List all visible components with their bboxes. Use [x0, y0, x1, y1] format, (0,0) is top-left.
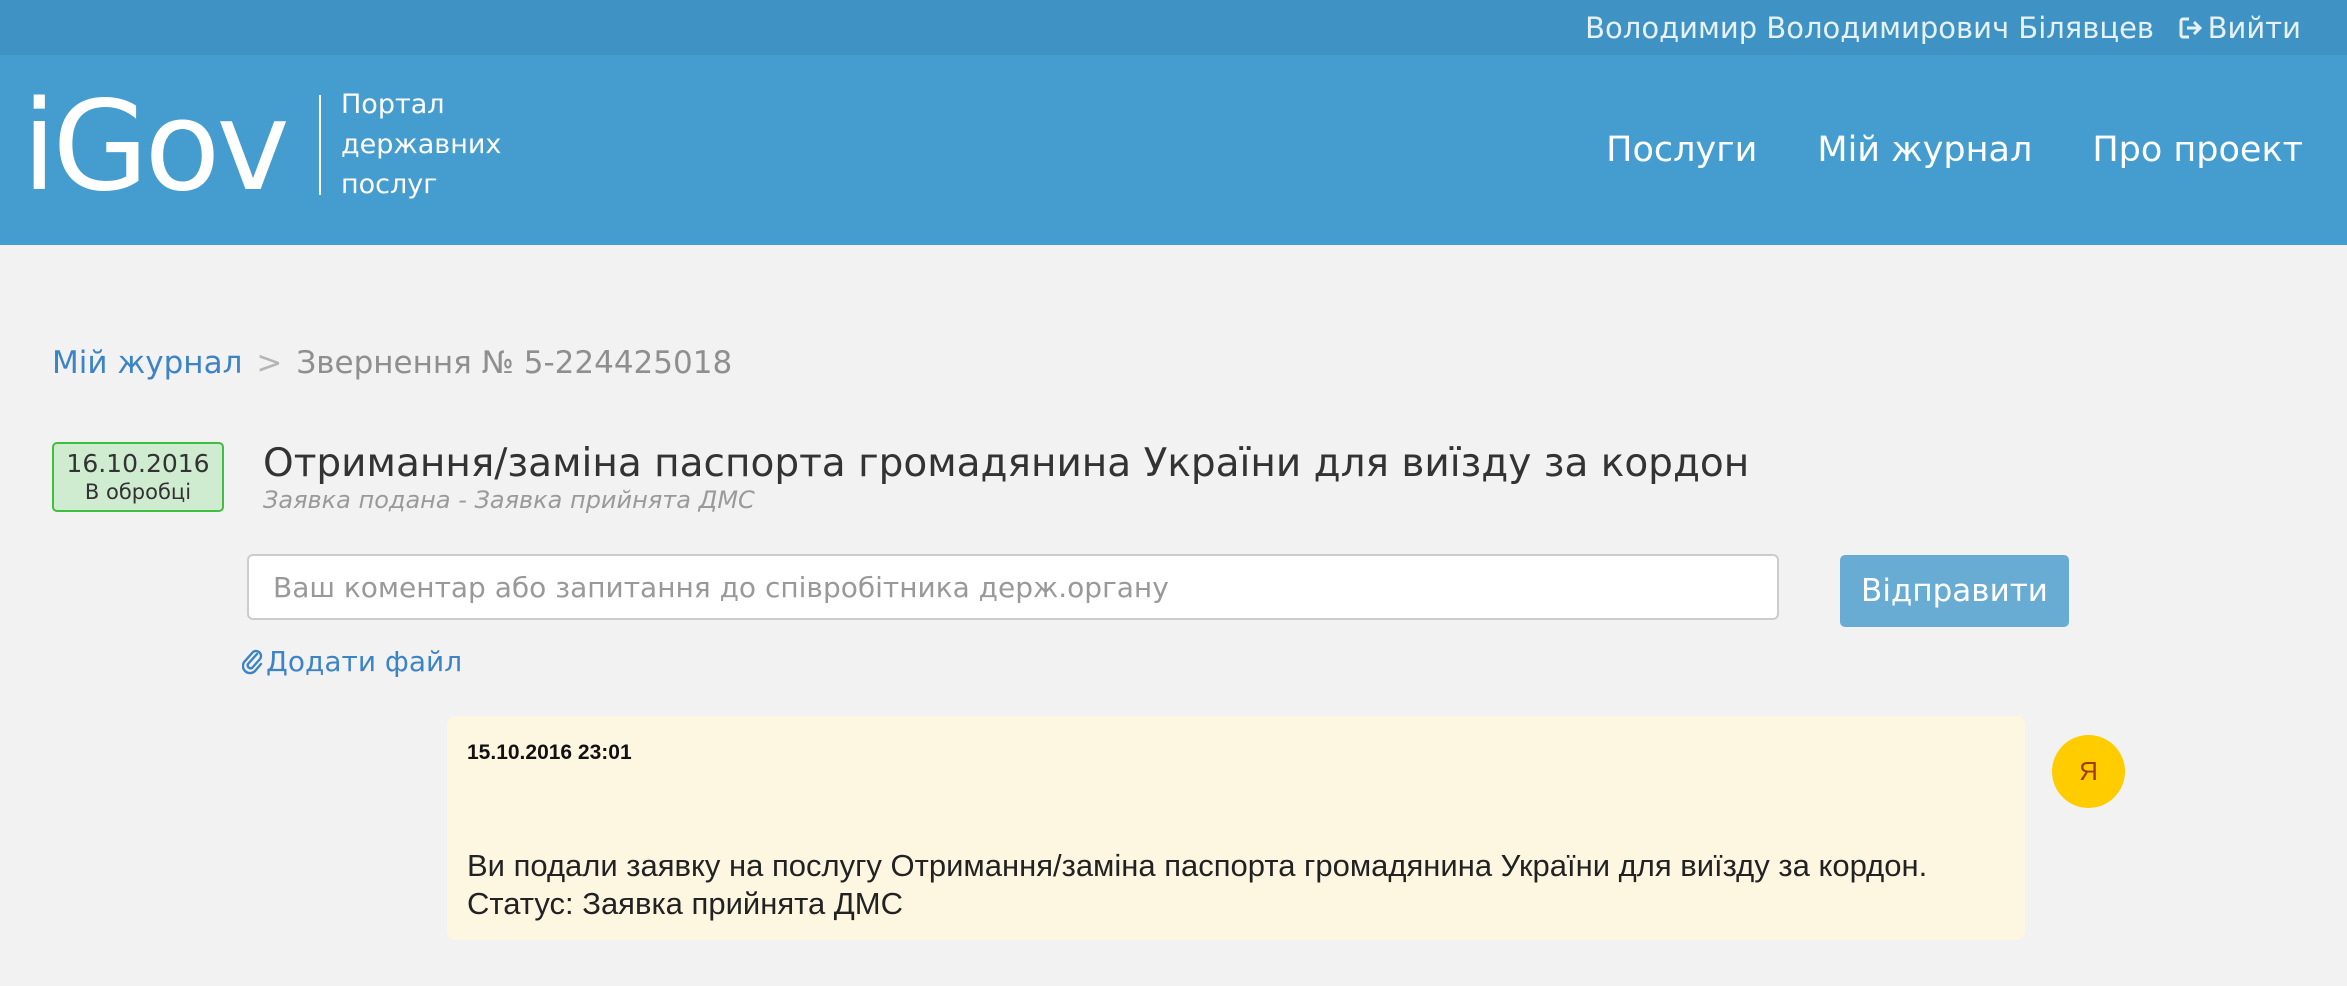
order-date: 16.10.2016	[66, 449, 210, 478]
paperclip-icon	[242, 649, 263, 675]
breadcrumb: Мій журнал > Звернення № 5-224425018	[52, 341, 732, 385]
igov-logo[interactable]: iGov	[22, 77, 290, 217]
order-status-badge: 16.10.2016 В обробці	[52, 442, 224, 512]
order-subtitle: Заявка подана - Заявка прийнята ДМС	[263, 486, 755, 514]
main-nav: Послуги Мій журнал Про проект	[1606, 125, 2303, 175]
logout-label: Вийти	[2207, 11, 2301, 45]
nav-services[interactable]: Послуги	[1606, 125, 1757, 175]
message-time: 15.10.2016 23:01	[467, 741, 632, 764]
logout-button[interactable]: Вийти	[2178, 9, 2301, 47]
message-text-line-2: Статус: Заявка прийнята ДМС	[467, 886, 904, 921]
breadcrumb-my-journal[interactable]: Мій журнал	[52, 345, 242, 381]
add-file-label: Додати файл	[266, 645, 463, 678]
sign-out-icon	[2179, 17, 2202, 39]
order-state: В обробці	[84, 480, 192, 504]
breadcrumb-current: Звернення № 5-224425018	[296, 345, 733, 381]
user-name[interactable]: Володимир Володимирович Білявцев	[1585, 9, 2154, 47]
top-bar: Володимир Володимирович Білявцев Вийти	[0, 0, 2347, 55]
avatar: Я	[2052, 735, 2125, 808]
breadcrumb-separator: >	[256, 345, 283, 381]
site-header: iGov Портал державних послуг Послуги Мій…	[0, 55, 2347, 245]
message-body: Ви подали заявку на послугу Отримання/за…	[467, 847, 2005, 923]
message-card: 15.10.2016 23:01 Ви подали заявку на пос…	[447, 716, 2025, 940]
comment-input[interactable]	[247, 554, 1779, 620]
add-file-link[interactable]: Додати файл	[242, 642, 462, 682]
send-button[interactable]: Відправити	[1840, 555, 2069, 627]
nav-my-journal[interactable]: Мій журнал	[1817, 125, 2032, 175]
order-title: Отримання/заміна паспорта громадянина Ук…	[263, 441, 1750, 486]
message-text-line-1: Ви подали заявку на послугу Отримання/за…	[467, 848, 1928, 883]
logo-subtitle: Портал державних послуг	[341, 89, 502, 200]
logo-divider	[319, 95, 321, 195]
nav-about-project[interactable]: Про проект	[2092, 125, 2303, 175]
